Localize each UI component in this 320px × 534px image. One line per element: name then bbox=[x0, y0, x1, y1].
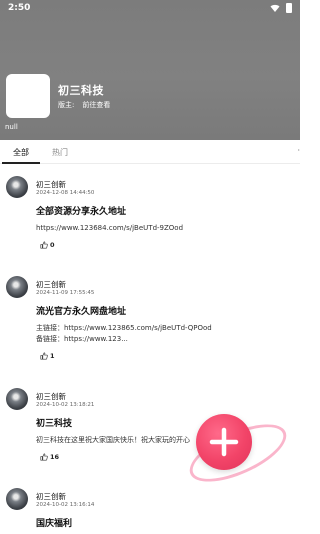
post-title[interactable]: 国庆福利 bbox=[36, 516, 72, 529]
like-button[interactable]: 16 bbox=[40, 453, 59, 461]
thumbs-up-icon bbox=[40, 352, 48, 360]
post-card[interactable]: 初三创新 2024-11-09 17:55:45 流光官方永久网盘地址 主链接：… bbox=[0, 268, 300, 382]
post-body-line: https://www.123684.com/s/jBeUTd-9ZOod bbox=[36, 224, 184, 232]
post-time: 2024-10-02 13:18:21 bbox=[36, 402, 95, 408]
moderator-row: 版主: 前往查看 bbox=[58, 100, 110, 110]
post-body-line: 初三科技在这里祝大家国庆快乐！祝大家玩的开心 bbox=[36, 436, 190, 444]
thumbs-up-icon bbox=[40, 241, 48, 249]
like-button[interactable]: 1 bbox=[40, 352, 55, 360]
post-body: https://www.123684.com/s/jBeUTd-9ZOod bbox=[36, 223, 183, 234]
post-body: 主链接：https://www.123865.com/s/jBeUTd-QPOo… bbox=[36, 323, 212, 345]
like-count: 0 bbox=[50, 241, 55, 249]
tab-bar: 全部 热门 · bbox=[0, 140, 300, 164]
plus-icon bbox=[209, 427, 239, 457]
post-title[interactable]: 初三科技 bbox=[36, 416, 72, 429]
wifi-icon bbox=[270, 4, 280, 12]
post-body: 初三科技在这里祝大家国庆快乐！祝大家玩的开心 bbox=[36, 435, 190, 446]
post-card[interactable]: 初三创新 2024-12-08 14:44:50 全部资源分享永久地址 http… bbox=[0, 168, 300, 272]
like-count: 1 bbox=[50, 352, 55, 360]
forum-avatar bbox=[6, 74, 50, 118]
post-time: 2024-12-08 14:44:50 bbox=[36, 190, 95, 196]
status-icons bbox=[270, 3, 292, 13]
create-post-button[interactable] bbox=[196, 414, 252, 470]
forum-header: 2:50 null 初三科技 版主: 前往查看 bbox=[0, 0, 300, 140]
post-card[interactable]: 初三创新 2024-10-02 13:16:14 国庆福利 bbox=[0, 480, 300, 534]
post-body-line: 主链接：https://www.123865.com/s/jBeUTd-QPOo… bbox=[36, 324, 212, 332]
author-avatar[interactable] bbox=[6, 388, 28, 410]
post-body-line: 备链接：https://www.123... bbox=[36, 335, 128, 343]
post-title[interactable]: 全部资源分享永久地址 bbox=[36, 204, 126, 217]
tab-hot[interactable]: 热门 bbox=[52, 147, 68, 158]
battery-icon bbox=[286, 3, 292, 13]
post-time: 2024-11-09 17:55:45 bbox=[36, 290, 95, 296]
post-author[interactable]: 初三创新 bbox=[36, 279, 66, 290]
author-avatar[interactable] bbox=[6, 488, 28, 510]
like-count: 16 bbox=[50, 453, 60, 461]
forum-title: 初三科技 bbox=[58, 84, 104, 97]
tab-overflow-mark: · bbox=[297, 146, 300, 155]
tab-all[interactable]: 全部 bbox=[13, 147, 29, 158]
like-button[interactable]: 0 bbox=[40, 241, 55, 249]
post-author[interactable]: 初三创新 bbox=[36, 491, 66, 502]
thumbs-up-icon bbox=[40, 453, 48, 461]
post-title[interactable]: 流光官方永久网盘地址 bbox=[36, 304, 126, 317]
status-bar: 2:50 bbox=[0, 0, 300, 16]
post-author[interactable]: 初三创新 bbox=[36, 391, 66, 402]
forum-null-label: null bbox=[5, 123, 18, 131]
moderator-label: 版主: bbox=[58, 101, 75, 109]
moderator-link[interactable]: 前往查看 bbox=[82, 101, 110, 109]
author-avatar[interactable] bbox=[6, 176, 28, 198]
post-time: 2024-10-02 13:16:14 bbox=[36, 502, 95, 508]
tab-active-indicator bbox=[2, 162, 40, 164]
status-time: 2:50 bbox=[8, 3, 31, 13]
author-avatar[interactable] bbox=[6, 276, 28, 298]
post-author[interactable]: 初三创新 bbox=[36, 179, 66, 190]
